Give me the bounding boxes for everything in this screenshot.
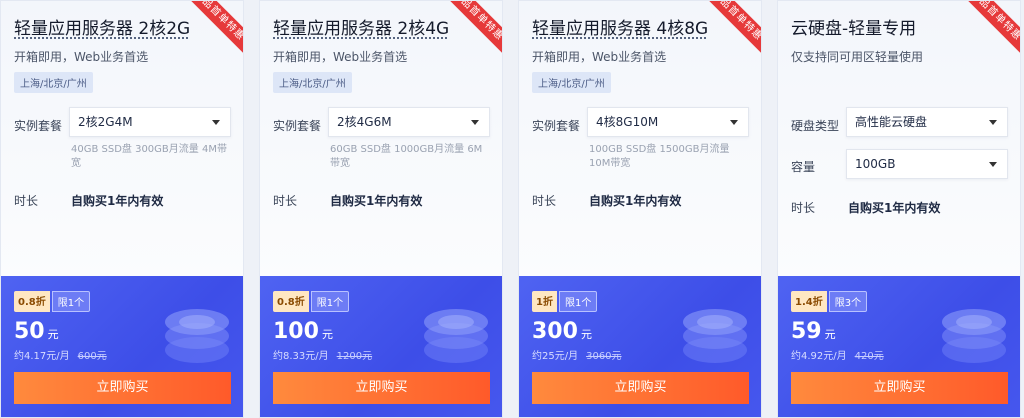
duration-value: 自购买1年内有效 <box>589 194 682 208</box>
offer-card-4c8g: 产品首单特惠 轻量应用服务器 4核8G 开箱即用，Web业务首选 上海/北京/广… <box>518 0 762 418</box>
chevron-down-icon <box>730 120 738 125</box>
monthly-price: 约4.92元/月 420元 <box>791 347 884 362</box>
price-value: 300 <box>532 319 578 344</box>
monthly-price-value: 约25元/月 <box>532 351 579 362</box>
price-unit: 元 <box>47 328 59 341</box>
price-unit: 元 <box>580 328 592 341</box>
price-value: 100 <box>273 319 319 344</box>
disk-type-select-value: 高性能云硬盘 <box>855 115 928 129</box>
original-price: 420元 <box>854 351 884 362</box>
plan-label: 实例套餐 <box>14 119 63 133</box>
capacity-label: 容量 <box>791 160 816 174</box>
original-price: 3060元 <box>586 351 622 362</box>
chevron-down-icon <box>989 162 997 167</box>
duration-value: 自购买1年内有效 <box>330 194 423 208</box>
buy-now-button[interactable]: 立即购买 <box>791 372 1008 404</box>
chevron-down-icon <box>212 120 220 125</box>
plan-select[interactable]: 4核8G10M <box>587 107 749 137</box>
plan-select[interactable]: 2核4G6M <box>328 107 490 137</box>
coin-stack-icon <box>942 309 1006 363</box>
promo-ribbon: 产品首单特惠 <box>957 1 1020 55</box>
card-title: 云硬盘-轻量专用 <box>791 19 917 39</box>
card-title[interactable]: 轻量应用服务器 4核8G <box>532 17 708 41</box>
monthly-price: 约4.17元/月 600元 <box>14 347 107 362</box>
offer-card-2c2g: 产品首单特惠 轻量应用服务器 2核2G 开箱即用，Web业务首选 上海/北京/广… <box>0 0 244 418</box>
monthly-price: 约25元/月 3060元 <box>532 347 622 362</box>
price-unit: 元 <box>321 328 333 341</box>
limit-badge: 限1个 <box>310 291 350 312</box>
duration-label: 时长 <box>791 201 816 215</box>
badge-group: 0.8折 限1个 <box>273 291 350 312</box>
plan-select-value: 4核8G10M <box>596 115 659 129</box>
card-title[interactable]: 轻量应用服务器 2核4G <box>273 17 449 41</box>
price: 50 元 <box>14 319 59 344</box>
limit-badge: 限3个 <box>828 291 868 312</box>
original-price: 600元 <box>77 351 107 362</box>
plan-select-value: 2核2G4M <box>78 115 133 129</box>
card-subtitle: 开箱即用，Web业务首选 <box>14 50 149 64</box>
monthly-price-value: 约4.17元/月 <box>14 351 70 362</box>
badge-group: 1.4折 限3个 <box>791 291 868 312</box>
monthly-price-value: 约8.33元/月 <box>273 351 329 362</box>
discount-badge: 1折 <box>532 291 557 312</box>
price-value: 50 <box>14 319 45 344</box>
price-panel: 1.4折 限3个 59 元 约4.92元/月 420元 立即购买 <box>778 276 1020 417</box>
buy-now-button[interactable]: 立即购买 <box>532 372 749 404</box>
price: 59 元 <box>791 319 836 344</box>
discount-badge: 1.4折 <box>791 291 827 312</box>
price: 300 元 <box>532 319 592 344</box>
price-panel: 0.8折 限1个 100 元 约8.33元/月 1200元 立即购买 <box>260 276 502 417</box>
card-subtitle: 开箱即用，Web业务首选 <box>273 50 408 64</box>
card-subtitle: 开箱即用，Web业务首选 <box>532 50 667 64</box>
plan-label: 实例套餐 <box>273 119 322 133</box>
disk-type-select[interactable]: 高性能云硬盘 <box>846 107 1008 137</box>
plan-label: 实例套餐 <box>532 119 581 133</box>
duration-label: 时长 <box>14 194 39 208</box>
plan-spec-note: 40GB SSD盘 300GB月流量 4M带宽 <box>71 144 227 169</box>
capacity-select[interactable]: 100GB <box>846 149 1008 179</box>
region-tag: 上海/北京/广州 <box>532 72 611 93</box>
duration-label: 时长 <box>273 194 298 208</box>
coin-stack-icon <box>165 309 229 363</box>
duration-label: 时长 <box>532 194 557 208</box>
plan-select-value: 2核4G6M <box>337 115 392 129</box>
card-title[interactable]: 轻量应用服务器 2核2G <box>14 17 190 41</box>
price: 100 元 <box>273 319 333 344</box>
region-tag: 上海/北京/广州 <box>273 72 352 93</box>
duration-value: 自购买1年内有效 <box>848 201 941 215</box>
disk-type-label: 硬盘类型 <box>791 119 840 133</box>
price-panel: 0.8折 限1个 50 元 约4.17元/月 600元 立即购买 <box>1 276 243 417</box>
badge-group: 1折 限1个 <box>532 291 598 312</box>
plan-spec-note: 60GB SSD盘 1000GB月流量 6M带宽 <box>330 144 483 169</box>
original-price: 1200元 <box>336 351 373 362</box>
plan-select[interactable]: 2核2G4M <box>69 107 231 137</box>
capacity-select-value: 100GB <box>855 157 896 171</box>
monthly-price: 约8.33元/月 1200元 <box>273 347 372 362</box>
coin-stack-icon <box>424 309 488 363</box>
discount-badge: 0.8折 <box>273 291 309 312</box>
price-unit: 元 <box>824 328 836 341</box>
region-tag: 上海/北京/广州 <box>14 72 93 93</box>
chevron-down-icon <box>989 120 997 125</box>
coin-stack-icon <box>683 309 747 363</box>
discount-badge: 0.8折 <box>14 291 50 312</box>
badge-group: 0.8折 限1个 <box>14 291 91 312</box>
duration-value: 自购买1年内有效 <box>71 194 164 208</box>
offer-card-cloud-disk: 产品首单特惠 云硬盘-轻量专用 仅支持同可用区轻量使用 硬盘类型 高性能云硬盘 … <box>777 0 1021 418</box>
plan-spec-note: 100GB SSD盘 1500GB月流量 10M带宽 <box>589 144 730 169</box>
price-panel: 1折 限1个 300 元 约25元/月 3060元 立即购买 <box>519 276 761 417</box>
limit-badge: 限1个 <box>558 291 598 312</box>
card-subtitle: 仅支持同可用区轻量使用 <box>791 50 924 64</box>
monthly-price-value: 约4.92元/月 <box>791 351 847 362</box>
offer-cards-row: 产品首单特惠 轻量应用服务器 2核2G 开箱即用，Web业务首选 上海/北京/广… <box>0 0 1024 418</box>
offer-card-2c4g: 产品首单特惠 轻量应用服务器 2核4G 开箱即用，Web业务首选 上海/北京/广… <box>259 0 503 418</box>
price-value: 59 <box>791 319 822 344</box>
buy-now-button[interactable]: 立即购买 <box>273 372 490 404</box>
buy-now-button[interactable]: 立即购买 <box>14 372 231 404</box>
limit-badge: 限1个 <box>51 291 91 312</box>
chevron-down-icon <box>471 120 479 125</box>
